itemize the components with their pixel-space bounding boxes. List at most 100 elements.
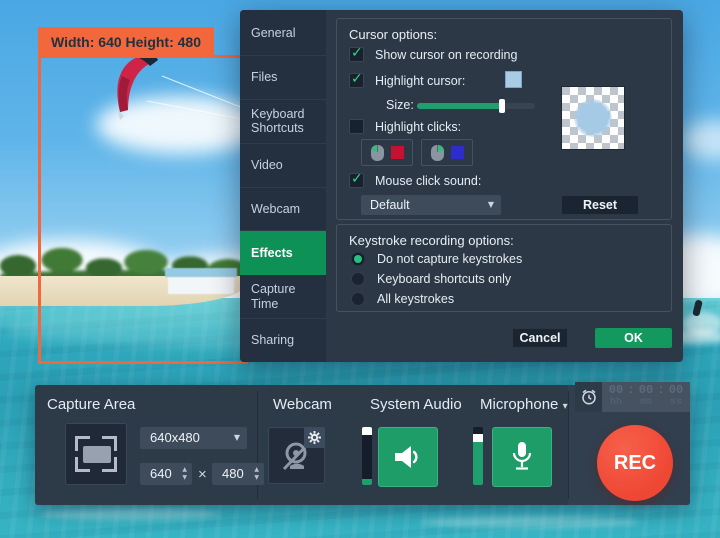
settings-sidebar: General Files Keyboard Shortcuts Video W…	[240, 10, 326, 362]
microphone-title-text: Microphone	[480, 396, 558, 413]
mouse-left-button-icon	[370, 144, 385, 162]
capture-size-label: Width: 640 Height: 480	[38, 27, 214, 57]
cancel-button[interactable]: Cancel	[512, 328, 568, 348]
system-audio-slider-handle[interactable]	[362, 427, 372, 435]
beach-house	[168, 268, 234, 294]
height-value: 480	[222, 466, 244, 481]
timer-mm-label: mm	[635, 397, 657, 408]
click-sound-dropdown[interactable]: Default ▼	[361, 195, 501, 215]
tab-files[interactable]: Files	[240, 56, 326, 100]
radio-no-keystrokes-label: Do not capture keystrokes	[377, 252, 522, 266]
keystroke-options-title: Keystroke recording options:	[349, 233, 514, 248]
timer-ss-label: ss	[665, 397, 687, 408]
kite	[106, 50, 176, 125]
cursor-options-group: Cursor options: ✓ Show cursor on recordi…	[336, 18, 672, 220]
screen: Width: 640 Height: 480 General Files Key…	[0, 0, 720, 538]
timer-hh-label: hh	[605, 397, 627, 408]
mouse-right-button-icon	[430, 144, 445, 162]
timer-seconds: 00	[665, 384, 687, 397]
radio-all-keystrokes[interactable]	[351, 292, 365, 306]
alarm-clock-icon	[580, 388, 598, 406]
tab-keyboard-shortcuts[interactable]: Keyboard Shortcuts	[240, 100, 326, 144]
timer-display: 00:00:00 hhmmss	[602, 382, 690, 412]
right-click-color-square	[451, 146, 464, 159]
resolution-preset-value: 640x480	[150, 430, 200, 445]
tab-general[interactable]: General	[240, 12, 326, 56]
size-slider-fill	[417, 103, 502, 109]
radio-no-keystrokes[interactable]	[351, 252, 365, 266]
right-click-color-picker[interactable]	[421, 139, 473, 166]
highlight-clicks-label: Highlight clicks:	[375, 120, 461, 134]
tab-video[interactable]: Video	[240, 144, 326, 188]
check-icon: ✓	[351, 71, 363, 87]
system-audio-toggle-button[interactable]	[378, 427, 438, 487]
highlight-color-swatch[interactable]	[505, 71, 522, 88]
height-stepper[interactable]: 480 ▲▼	[212, 463, 264, 485]
timer-separator: :	[657, 384, 665, 397]
speaker-icon	[393, 444, 423, 470]
width-stepper[interactable]: 640 ▲▼	[140, 463, 192, 485]
foam	[40, 508, 220, 520]
system-audio-slider[interactable]	[362, 427, 372, 485]
highlight-cursor-checkbox[interactable]: ✓	[349, 73, 364, 88]
webcam-toggle-button[interactable]	[268, 427, 325, 484]
size-slider[interactable]	[417, 103, 535, 109]
microphone-title[interactable]: Microphone ▾	[480, 396, 568, 413]
cursor-highlight-preview	[561, 86, 625, 150]
chevron-down-icon: ▼	[234, 427, 240, 449]
capture-frame-bottom-edge[interactable]	[38, 361, 248, 364]
webcam-settings-badge[interactable]	[304, 427, 325, 448]
tab-effects[interactable]: Effects	[240, 231, 326, 275]
click-sound-value: Default	[370, 198, 410, 212]
microphone-toggle-button[interactable]	[492, 427, 552, 487]
system-audio-title: System Audio	[370, 396, 462, 413]
size-slider-handle[interactable]	[499, 99, 505, 113]
chevron-down-icon: ▼	[488, 195, 494, 215]
width-value: 640	[150, 466, 172, 481]
microphone-slider[interactable]	[473, 427, 483, 485]
timer-clock-button[interactable]	[575, 382, 602, 412]
check-icon: ✓	[351, 171, 363, 187]
timer-hours: 00	[605, 384, 627, 397]
microphone-icon	[510, 441, 534, 473]
gear-icon	[308, 431, 321, 444]
ok-button[interactable]: OK	[595, 328, 672, 348]
foam	[420, 516, 640, 528]
times-sign: ×	[198, 466, 207, 483]
cursor-options-title: Cursor options:	[349, 27, 437, 42]
recording-timer: 00:00:00 hhmmss	[575, 382, 690, 412]
stepper-arrows-icon: ▲▼	[254, 466, 259, 482]
resolution-preset-dropdown[interactable]: 640x480 ▼	[140, 427, 247, 449]
size-label: Size:	[386, 98, 414, 112]
reset-button[interactable]: Reset	[561, 195, 639, 215]
highlight-cursor-label: Highlight cursor:	[375, 74, 465, 88]
microphone-slider-track-top	[473, 427, 483, 434]
timer-separator: :	[627, 384, 635, 397]
cursor-halo	[574, 99, 612, 137]
radio-all-keystrokes-label: All keystrokes	[377, 292, 454, 306]
show-cursor-label: Show cursor on recording	[375, 48, 517, 62]
radio-shortcuts-only[interactable]	[351, 272, 365, 286]
recording-control-bar: Capture Area 640x480 ▼ 640 ▲▼ × 480 ▲▼ W…	[35, 385, 690, 505]
mouse-click-sound-checkbox[interactable]: ✓	[349, 173, 364, 188]
left-click-color-picker[interactable]	[361, 139, 413, 166]
capture-area-title: Capture Area	[47, 396, 135, 413]
check-icon: ✓	[351, 45, 363, 61]
rec-button[interactable]: REC	[597, 425, 673, 501]
tab-webcam[interactable]: Webcam	[240, 188, 326, 232]
section-divider	[568, 391, 569, 499]
tab-sharing[interactable]: Sharing	[240, 319, 326, 362]
timer-minutes: 00	[635, 384, 657, 397]
highlight-clicks-checkbox[interactable]	[349, 119, 364, 134]
system-audio-slider-base	[362, 479, 372, 485]
capture-area-button[interactable]	[65, 423, 127, 485]
microphone-slider-handle[interactable]	[473, 434, 483, 442]
radio-shortcuts-only-label: Keyboard shortcuts only	[377, 272, 511, 286]
tab-capture-time[interactable]: Capture Time	[240, 275, 326, 319]
capture-frame-left-edge[interactable]	[38, 55, 41, 364]
show-cursor-checkbox[interactable]: ✓	[349, 47, 364, 62]
chevron-down-icon: ▾	[563, 401, 568, 412]
mouse-click-sound-label: Mouse click sound:	[375, 174, 481, 188]
webcam-title: Webcam	[273, 396, 332, 413]
stepper-arrows-icon: ▲▼	[182, 466, 187, 482]
